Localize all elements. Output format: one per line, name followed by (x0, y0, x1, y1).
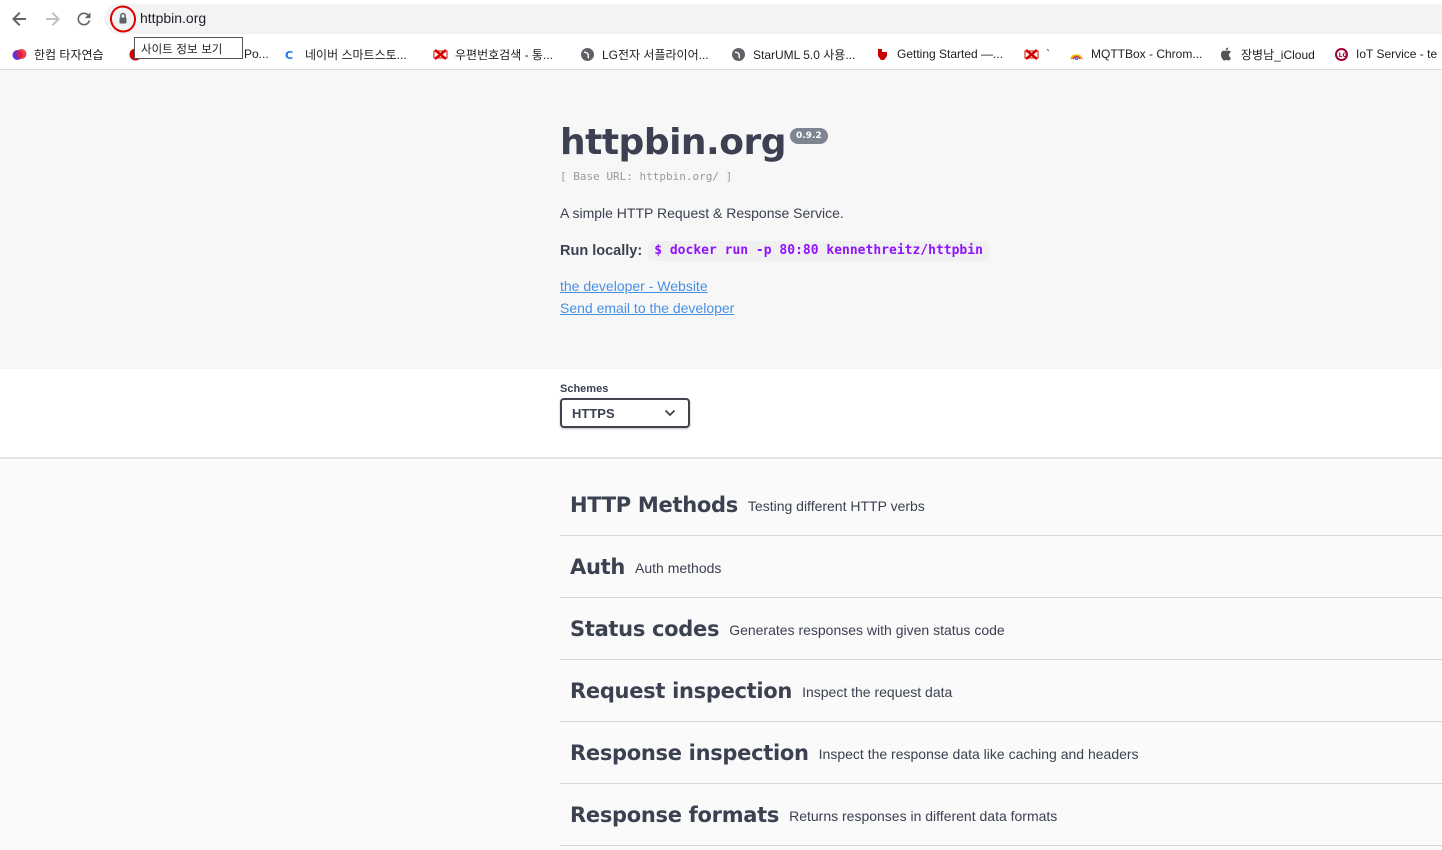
bookmark-item[interactable]: 우편번호검색 - 통... (433, 42, 553, 66)
svg-text:LG: LG (1339, 52, 1348, 59)
tag-request-inspection[interactable]: Request inspection Inspect the request d… (560, 660, 1442, 722)
run-locally: Run locally: $ docker run -p 80:80 kenne… (560, 241, 989, 261)
schemes-label: Schemes (560, 383, 609, 395)
post-icon (1024, 47, 1039, 62)
site-info-tooltip: 사이트 정보 보기 (134, 37, 243, 59)
schemes-selected-value: HTTPS (572, 405, 615, 421)
tag-status-codes[interactable]: Status codes Generates responses with gi… (560, 598, 1442, 660)
hancom-icon (12, 47, 27, 62)
developer-website-link[interactable]: the developer - Website (560, 278, 708, 294)
bookmark-item[interactable]: ` (1024, 42, 1050, 66)
bookmark-item[interactable]: C 네이버 스마트스토... (283, 42, 407, 66)
tag-response-inspection[interactable]: Response inspection Inspect the response… (560, 722, 1442, 784)
bookmark-item[interactable]: LG전자 서플라이어... (580, 42, 709, 66)
globe-icon (731, 47, 746, 62)
reload-button[interactable] (74, 9, 94, 29)
title-row: httpbin.org 0.9.2 (560, 122, 828, 163)
chevron-down-icon (664, 409, 676, 417)
naver-icon: C (283, 47, 298, 62)
base-url: [ Base URL: httpbin.org/ ] (560, 170, 733, 183)
reload-icon (77, 12, 91, 26)
docker-command: $ docker run -p 80:80 kennethreitz/httpb… (648, 241, 989, 261)
tag-auth[interactable]: Auth Auth methods (560, 536, 1442, 598)
version-badge: 0.9.2 (790, 128, 828, 144)
address-bar[interactable] (104, 4, 1442, 34)
svg-text:C: C (285, 49, 293, 62)
apple-icon (1219, 47, 1234, 62)
tag-http-methods[interactable]: HTTP Methods Testing different HTTP verb… (560, 474, 1442, 536)
email-developer-link[interactable]: Send email to the developer (560, 300, 734, 316)
schemes-select[interactable]: HTTPS (560, 398, 690, 428)
bookmark-item[interactable]: 한컴 타자연습 (12, 42, 104, 66)
page-title: httpbin.org (560, 122, 787, 163)
forward-button[interactable] (42, 9, 62, 29)
site-info-button[interactable] (109, 5, 137, 33)
description: A simple HTTP Request & Response Service… (560, 205, 844, 221)
browser-toolbar: httpbin.org (0, 0, 1442, 38)
bookmark-item[interactable]: StarUML 5.0 사용... (731, 42, 855, 66)
tag-response-formats[interactable]: Response formats Returns responses in di… (560, 784, 1442, 846)
bookmark-item[interactable]: Getting Started —... (875, 42, 1003, 66)
globe-icon (580, 47, 595, 62)
run-label: Run locally: (560, 243, 643, 259)
ti-icon (875, 47, 890, 62)
schemes-bar (0, 369, 1442, 458)
bookmark-item[interactable]: LG IoT Service - te (1334, 42, 1437, 66)
arrow-right-icon (46, 12, 60, 26)
lg-icon: LG (1334, 47, 1349, 62)
url-text[interactable]: httpbin.org (140, 10, 206, 26)
back-button[interactable] (10, 9, 30, 29)
bookmark-item[interactable]: 장병남_iCloud (1219, 42, 1315, 66)
post-icon (433, 47, 448, 62)
bookmark-item[interactable]: MQTTBox - Chrom... (1069, 42, 1202, 66)
lock-icon (109, 5, 137, 33)
arrow-left-icon (12, 12, 26, 26)
mqttbox-icon (1069, 47, 1084, 62)
